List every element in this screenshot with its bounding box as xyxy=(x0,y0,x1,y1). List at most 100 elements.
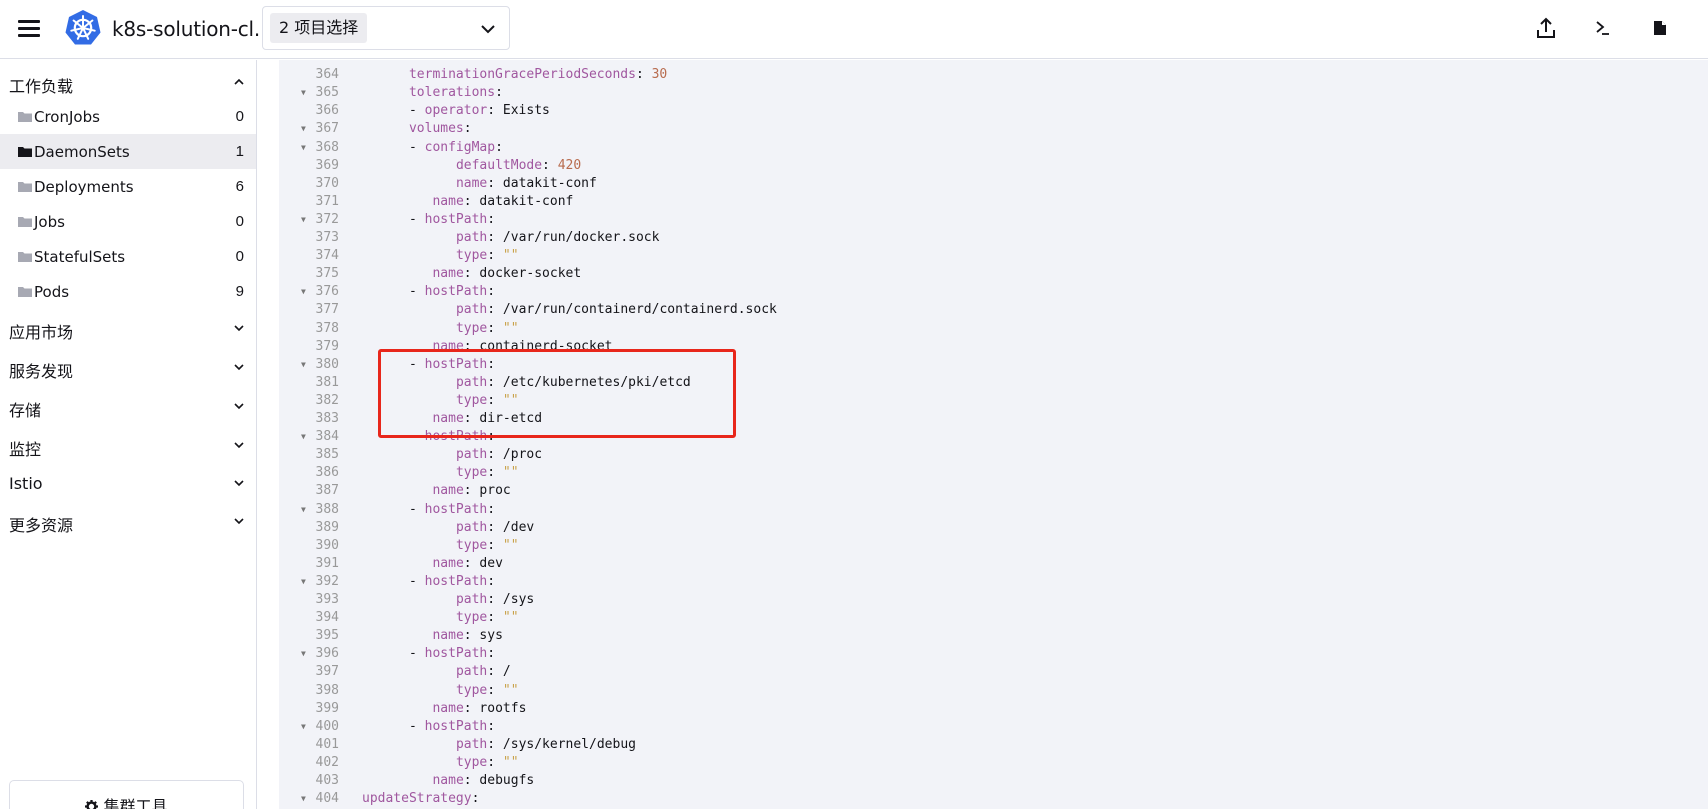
code-line: 366- operator: Exists xyxy=(315,103,550,119)
code-line: 376 ▼ - hostPath: xyxy=(301,283,496,301)
code-line: 399 name: rootfs xyxy=(315,700,527,716)
cluster-tools-label: 集群工具 xyxy=(103,797,168,809)
code-text: name: proc xyxy=(432,483,511,499)
code-text: - hostPath: xyxy=(408,284,496,300)
code-text: defaultMode: 420 xyxy=(455,157,582,173)
sidebar-item-daemonsets[interactable]: DaemonSets 1 xyxy=(0,134,256,169)
sidebar-item-jobs[interactable]: Jobs 0 xyxy=(0,204,256,239)
import-yaml-icon[interactable] xyxy=(1533,15,1559,41)
code-text: type: "" xyxy=(455,537,519,553)
code-line: 370 name: datakit-conf xyxy=(315,175,597,191)
code-text: - configMap: xyxy=(408,139,503,155)
sidebar-group-label: 服务发现 xyxy=(9,362,74,381)
fold-toggle-icon[interactable]: ▼ xyxy=(301,645,306,663)
sidebar-item-count: 0 xyxy=(235,108,244,125)
sidebar-group-monitoring[interactable]: 监控 xyxy=(0,428,256,462)
sidebar-group-more-resources[interactable]: 更多资源 xyxy=(0,504,256,538)
fold-toggle-icon[interactable]: ▼ xyxy=(301,283,306,301)
cluster-tools-button[interactable]: 集群工具 xyxy=(9,780,244,809)
sidebar-group-label: 存储 xyxy=(9,401,42,420)
sidebar-item-statefulsets[interactable]: StatefulSets 0 xyxy=(0,239,256,274)
code-line: 403 name: debugfs xyxy=(315,773,535,788)
code-line: 364 terminationGracePeriodSeconds: 30 xyxy=(315,67,668,83)
code-text: - hostPath: xyxy=(408,718,496,734)
sidebar-item-count: 6 xyxy=(235,178,244,195)
code-line: 396 ▼ - hostPath: xyxy=(301,645,496,663)
sidebar-item-count: 0 xyxy=(235,248,244,265)
code-line: 363serviceAccountName: datakit xyxy=(279,60,1708,66)
code-line: 387 name: proc xyxy=(315,483,511,499)
code-text: serviceAccountName: datakit xyxy=(409,60,620,66)
menu-icon[interactable] xyxy=(18,19,40,37)
code-text: type: "" xyxy=(455,248,519,264)
fold-toggle-icon[interactable]: ▼ xyxy=(301,211,306,229)
sidebar-group-istio[interactable]: Istio xyxy=(0,466,256,500)
sidebar-item-label: Jobs xyxy=(34,213,65,231)
sidebar-group-label: 应用市场 xyxy=(9,323,74,342)
kubectl-shell-icon[interactable] xyxy=(1590,15,1616,41)
sidebar-group-apps[interactable]: 应用市场 xyxy=(0,311,256,345)
fold-toggle-icon[interactable]: ▼ xyxy=(301,718,306,736)
folder-icon xyxy=(18,287,32,297)
namespace-select[interactable]: 2 项目选择 xyxy=(262,6,510,50)
code-line: 365 ▼ tolerations: xyxy=(301,84,503,102)
code-line: 385 path: /proc xyxy=(315,447,543,463)
code-line: 388 ▼ - hostPath: xyxy=(301,501,496,519)
sidebar-item-label: DaemonSets xyxy=(34,143,130,161)
kubeconfig-icon[interactable] xyxy=(1647,15,1673,41)
sidebar-item-count: 0 xyxy=(235,213,244,230)
fold-toggle-icon[interactable]: ▼ xyxy=(301,356,306,374)
fold-toggle-icon[interactable]: ▼ xyxy=(301,573,306,591)
folder-icon xyxy=(18,217,32,227)
code-text: type: "" xyxy=(455,682,519,698)
fold-toggle-icon[interactable]: ▼ xyxy=(301,120,306,138)
chevron-down-icon xyxy=(234,364,244,371)
top-header: k8s-solution-cl... 2 项目选择 xyxy=(0,0,1708,59)
sidebar-group-storage[interactable]: 存储 xyxy=(0,389,256,423)
cluster-name[interactable]: k8s-solution-cl... xyxy=(112,17,273,41)
highlight-annotation-box xyxy=(378,349,736,438)
fold-toggle-icon[interactable]: ▼ xyxy=(301,501,306,519)
code-text: - hostPath: xyxy=(408,501,496,517)
sidebar-group-service-discovery[interactable]: 服务发现 xyxy=(0,350,256,384)
sidebar-item-count: 9 xyxy=(235,283,244,300)
code-line: 368 ▼ - configMap: xyxy=(301,139,503,157)
code-line: 367 ▼ volumes: xyxy=(301,120,472,138)
chevron-down-icon xyxy=(234,480,244,487)
chevron-down-icon xyxy=(234,325,244,332)
chevron-down-icon xyxy=(234,518,244,525)
code-line: 397 path: / xyxy=(315,664,511,680)
code-line: 401 path: /sys/kernel/debug xyxy=(315,736,636,752)
fold-toggle-icon[interactable]: ▼ xyxy=(301,84,306,102)
sidebar-item-deployments[interactable]: Deployments 6 xyxy=(0,169,256,204)
fold-toggle-icon[interactable]: ▼ xyxy=(301,139,306,157)
kubernetes-logo-icon[interactable] xyxy=(64,9,102,47)
code-text: updateStrategy: xyxy=(362,791,480,807)
fold-toggle-icon[interactable]: ▼ xyxy=(301,790,306,808)
code-line: 371 name: datakit-conf xyxy=(315,193,574,209)
chevron-up-icon xyxy=(234,78,244,85)
sidebar-item-pods[interactable]: Pods 9 xyxy=(0,274,256,309)
code-text: type: "" xyxy=(455,320,519,336)
folder-icon xyxy=(18,147,32,157)
code-text: name: datakit-conf xyxy=(455,175,597,191)
code-text: name: docker-socket xyxy=(432,266,582,282)
sidebar-group-label: Istio xyxy=(9,474,43,493)
code-text: path: /sys/kernel/debug xyxy=(455,736,636,752)
code-line: 378 type: "" xyxy=(315,320,519,336)
sidebar-group-workloads[interactable]: 工作负载 xyxy=(0,65,256,99)
code-text: terminationGracePeriodSeconds: 30 xyxy=(408,67,668,83)
folder-icon xyxy=(18,182,32,192)
code-line: 373 path: /var/run/docker.sock xyxy=(315,230,660,245)
code-line: 398 type: "" xyxy=(315,682,519,698)
namespace-chip: 2 项目选择 xyxy=(270,13,368,43)
code-text: name: dev xyxy=(432,555,503,571)
code-line: 395 name: sys xyxy=(315,628,503,644)
code-text: name: rootfs xyxy=(432,700,527,716)
sidebar-item-cronjobs[interactable]: CronJobs 0 xyxy=(0,99,256,134)
fold-toggle-icon[interactable]: ▼ xyxy=(301,428,306,446)
cluster-tools-content: 集群工具 xyxy=(10,793,243,809)
code-line: 402 type: "" xyxy=(315,754,519,770)
gear-icon xyxy=(85,800,99,809)
code-text: path: /proc xyxy=(455,447,543,463)
